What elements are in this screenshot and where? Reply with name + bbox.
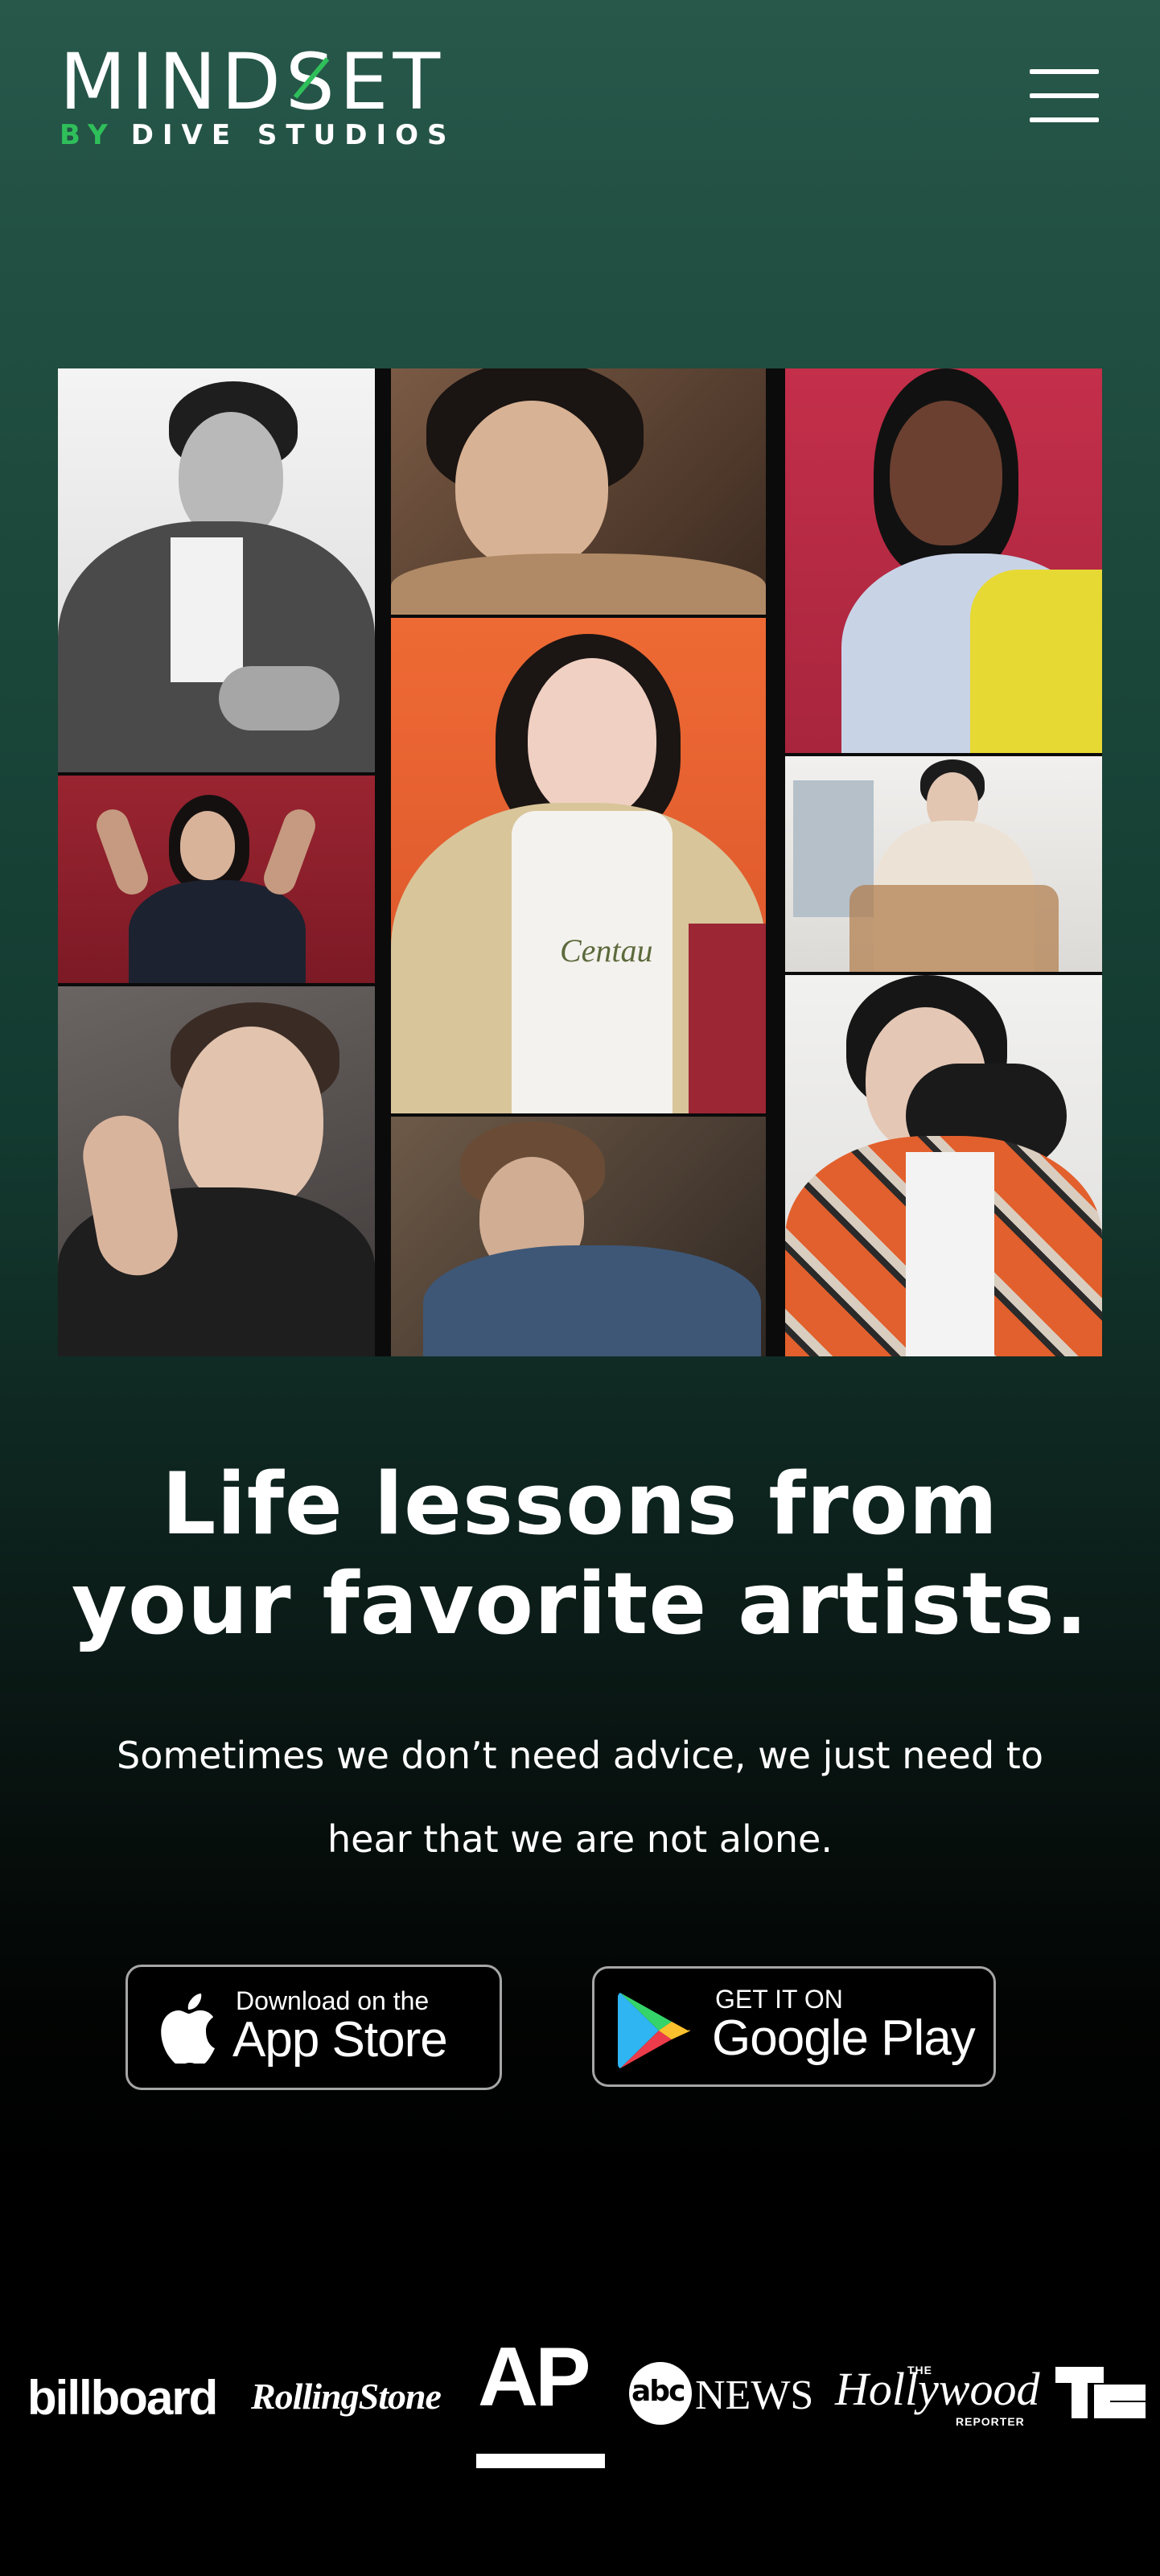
artist-photo-8 (391, 1117, 766, 1356)
app-store-button[interactable]: Download on the App Store (125, 1965, 502, 2090)
artist-photo-1 (58, 368, 375, 772)
techcrunch-bar-c-bottom (1094, 2402, 1146, 2418)
app-store-big-text: App Store (232, 2012, 448, 2068)
hollywood-reporter-logo: THE Hollywood REPORTER (835, 2362, 1040, 2428)
artist-photo-4-arm-left (92, 804, 153, 899)
artist-photo-4-body (129, 880, 306, 983)
artist-collage: Centau (58, 368, 1102, 1356)
hero-subtext-line-1: Sometimes we don’t need advice, we just … (117, 1734, 1043, 1777)
hero-headline: Life lessons from your favorite artists. (0, 1455, 1160, 1654)
menu-bar-middle (1030, 93, 1099, 98)
logo-by: BY (60, 119, 117, 151)
logo-wordmark: MINDSET (60, 37, 446, 127)
hero-subtext-line-2: hear that we are not alone. (327, 1817, 833, 1861)
app-store-small-text: Download on the (236, 1986, 430, 2015)
artist-photo-3-face (890, 401, 1002, 545)
artist-photo-2-body (391, 553, 766, 615)
artist-photo-6 (785, 756, 1102, 972)
artist-photo-9-shirt (906, 1152, 994, 1356)
ap-logo-underline (476, 2454, 605, 2468)
artist-photo-6-chair (849, 885, 1059, 972)
artist-photo-2-face (455, 401, 608, 570)
google-play-button[interactable]: GET IT ON Google Play (592, 1966, 996, 2087)
artist-photo-4 (58, 776, 375, 983)
press-logos: billboard RollingStone AP abc NEWS THE H… (0, 2333, 1160, 2478)
artist-photo-1-hands (219, 666, 339, 730)
logo-studio: DIVE STUDIOS (130, 119, 456, 151)
menu-bar-bottom (1030, 117, 1099, 122)
logo-subtitle: BY DIVE STUDIOS (60, 119, 456, 151)
artist-photo-1-shirt (171, 537, 243, 682)
artist-photo-4-arm-right (259, 804, 320, 899)
hollywood-reporter-the: THE (907, 2364, 932, 2376)
artist-photo-7 (58, 986, 375, 1356)
google-play-big-text: Google Play (712, 2010, 976, 2066)
artist-photo-5-shirt-text: Centau (560, 932, 653, 969)
page: MINDSET BY DIVE STUDIOS Centau Life less… (0, 0, 1160, 2576)
abc-text: abc (631, 2375, 685, 2408)
google-play-small-text: GET IT ON (715, 1985, 843, 2014)
artist-photo-5: Centau (391, 618, 766, 1113)
menu-bar-top (1030, 69, 1099, 74)
hollywood-reporter-wordmark: Hollywood (835, 2363, 1040, 2415)
artist-photo-5-face (528, 658, 656, 819)
hero-headline-line-1: Life lessons from (161, 1455, 999, 1553)
artist-photo-7-face (179, 1027, 323, 1212)
mindset-logo[interactable]: MINDSET BY DIVE STUDIOS (60, 42, 498, 154)
artist-photo-2 (391, 368, 766, 615)
hero-subtext: Sometimes we don’t need advice, we just … (80, 1714, 1080, 1881)
hero-headline-line-2: your favorite artists. (71, 1554, 1089, 1653)
artist-photo-8-body (423, 1245, 761, 1356)
hamburger-menu-icon[interactable] (1030, 69, 1099, 122)
abc-news-text: NEWS (695, 2372, 814, 2418)
artist-photo-3-top-accent (970, 570, 1102, 753)
artist-photo-3 (785, 368, 1102, 753)
techcrunch-bar-stem (1072, 2367, 1088, 2418)
artist-photo-9 (785, 975, 1102, 1356)
artist-photo-4-face (180, 811, 235, 880)
ap-logo: AP (478, 2331, 590, 2424)
artist-photo-5-jacket-sleeve (689, 924, 766, 1113)
site-header: MINDSET BY DIVE STUDIOS (0, 0, 1160, 177)
google-play-icon (618, 1993, 690, 2068)
rolling-stone-logo: RollingStone (251, 2376, 442, 2417)
apple-icon (161, 1994, 215, 2064)
hollywood-reporter-reporter: REPORTER (956, 2415, 1025, 2428)
billboard-logo: billboard (27, 2371, 218, 2425)
techcrunch-logo (1055, 2367, 1146, 2418)
